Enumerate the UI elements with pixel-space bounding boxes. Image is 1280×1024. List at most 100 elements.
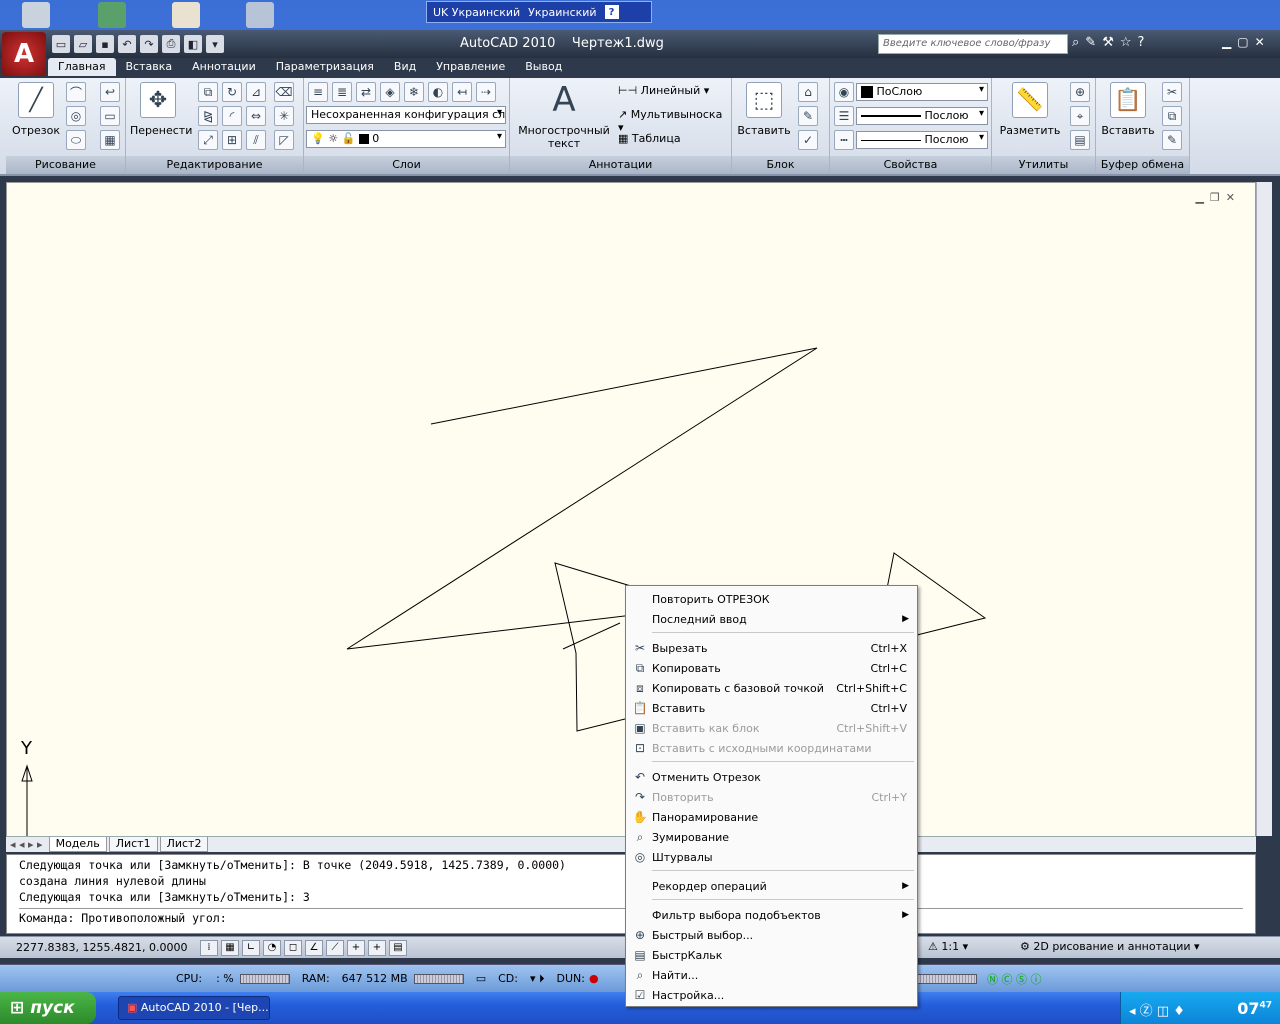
- panel-draw-label[interactable]: Рисование: [6, 156, 125, 174]
- menu-item[interactable]: Повторить ОТРЕЗОК: [628, 589, 915, 609]
- redo-qat-icon[interactable]: ↷: [140, 35, 158, 53]
- tab-manage[interactable]: Управление: [426, 58, 515, 76]
- menu-item[interactable]: ✂ Вырезать Ctrl+X: [628, 638, 915, 658]
- tab-layout1[interactable]: Лист1: [108, 837, 158, 852]
- grid-icon[interactable]: ▦: [221, 939, 239, 956]
- tab-nav-arrows[interactable]: ◂ ◂ ▸ ▸: [6, 838, 47, 851]
- open-icon[interactable]: ▱: [74, 35, 92, 53]
- taskbar-item-autocad[interactable]: ▣ AutoCAD 2010 - [Чер...: [118, 996, 270, 1020]
- snap-icon[interactable]: ⁞: [200, 939, 218, 956]
- panel-annotation-label[interactable]: Аннотации: [510, 156, 731, 174]
- erase-icon[interactable]: ⌫: [274, 82, 294, 102]
- clip-copy-icon[interactable]: ⧉: [1162, 106, 1182, 126]
- layer-walk-icon[interactable]: ⇢: [476, 82, 496, 102]
- qat-dropdown-icon[interactable]: ▾: [206, 35, 224, 53]
- rectangle-icon[interactable]: ▭: [100, 106, 120, 126]
- ducs-icon[interactable]: ⟋: [326, 939, 344, 956]
- trim-icon[interactable]: ⊿: [246, 82, 266, 102]
- array-icon[interactable]: ⊞: [222, 130, 242, 150]
- tab-home[interactable]: Главная: [48, 58, 116, 76]
- calc-ribbon-icon[interactable]: ▤: [1070, 130, 1090, 150]
- panel-properties-label[interactable]: Свойства: [830, 156, 991, 174]
- menu-item[interactable]: ✋ Панорамирование: [628, 807, 915, 827]
- id-point-icon[interactable]: ⌖: [1070, 106, 1090, 126]
- menu-item[interactable]: ⊕ Быстрый выбор...: [628, 925, 915, 945]
- panel-clipboard-label[interactable]: Буфер обмена: [1096, 156, 1189, 174]
- menu-item[interactable]: ⧉ Копировать Ctrl+C: [628, 658, 915, 678]
- language-code[interactable]: UK Украинский: [433, 6, 520, 19]
- panel-layers-label[interactable]: Слои: [304, 156, 509, 174]
- menu-item[interactable]: ◎ Штурвалы: [628, 847, 915, 867]
- desktop-app-icon[interactable]: [98, 2, 126, 28]
- stretch-icon[interactable]: ⇔: [246, 106, 266, 126]
- menu-item[interactable]: Последний ввод ▶: [628, 609, 915, 629]
- mtext-button[interactable]: A Многострочный текст: [518, 80, 610, 150]
- tab-output[interactable]: Вывод: [515, 58, 572, 76]
- layer-match-icon[interactable]: ⇄: [356, 82, 376, 102]
- clipboard-paste-button[interactable]: 📋 Вставить: [1100, 82, 1156, 137]
- layer-states-icon[interactable]: ≣: [332, 82, 352, 102]
- binoculars-icon[interactable]: ⌕: [1072, 35, 1079, 50]
- chamfer-icon[interactable]: ◸: [274, 130, 294, 150]
- line-button[interactable]: ╱ Отрезок: [8, 82, 64, 137]
- tray-icons[interactable]: ◂ Ⓩ ◫ ♦: [1129, 1000, 1185, 1019]
- help-icon[interactable]: ?: [604, 5, 619, 19]
- polyline-icon[interactable]: ⌒: [66, 82, 86, 102]
- application-menu-button[interactable]: A: [2, 32, 46, 76]
- keyboard-layout[interactable]: Украинский: [528, 6, 596, 19]
- panel-block-label[interactable]: Блок: [732, 156, 829, 174]
- clip-matchprop-icon[interactable]: ✎: [1162, 130, 1182, 150]
- explode-icon[interactable]: ✳: [274, 106, 294, 126]
- menu-item[interactable]: 📋 Вставить Ctrl+V: [628, 698, 915, 718]
- tab-layout2[interactable]: Лист2: [159, 837, 209, 852]
- scale-icon[interactable]: ⤢: [198, 130, 218, 150]
- hatch-icon[interactable]: ▦: [100, 130, 120, 150]
- color-combo[interactable]: ПоСлою: [856, 83, 988, 101]
- layer-freeze-icon[interactable]: ❄: [404, 82, 424, 102]
- move-button[interactable]: ✥ Перенести: [130, 82, 192, 137]
- multileader[interactable]: ↗ Мультивыноска ▾: [618, 108, 731, 134]
- save-icon[interactable]: ▪: [96, 35, 114, 53]
- annotation-scale[interactable]: ⚠ 1:1 ▾: [928, 940, 968, 953]
- preview-icon[interactable]: ◧: [184, 35, 202, 53]
- tab-model[interactable]: Модель: [48, 837, 107, 852]
- mirror-icon[interactable]: ⧎: [198, 106, 218, 126]
- volume-slider[interactable]: [917, 973, 978, 984]
- subscription-icon[interactable]: ✎: [1085, 35, 1096, 50]
- tab-annotate[interactable]: Аннотации: [182, 58, 266, 76]
- help-circle-icon[interactable]: ?: [1138, 35, 1145, 50]
- favorites-icon[interactable]: ☆: [1120, 35, 1132, 50]
- lineweight-combo[interactable]: Послою: [856, 131, 988, 149]
- maximize-icon[interactable]: ▢: [1237, 35, 1248, 49]
- layer-previous-icon[interactable]: ↤: [452, 82, 472, 102]
- menu-item[interactable]: ⧈ Копировать с базовой точкой Ctrl+Shift+C: [628, 678, 915, 698]
- menu-item[interactable]: ⌕ Зумирование: [628, 827, 915, 847]
- ellipse-icon[interactable]: ⬭: [66, 130, 86, 150]
- layer-state-combo[interactable]: Несохраненная конфигурация слоев: [306, 106, 506, 124]
- linetype-icon[interactable]: ┅: [834, 130, 854, 150]
- tab-view[interactable]: Вид: [384, 58, 426, 76]
- table-button[interactable]: ▦ Таблица: [618, 132, 681, 145]
- coordinates-readout[interactable]: 2277.8383, 1255.4821, 0.0000: [0, 941, 200, 954]
- qp-icon[interactable]: ▤: [389, 939, 407, 956]
- menu-item[interactable]: Рекордер операций ▶: [628, 876, 915, 896]
- minimize-icon[interactable]: ▁: [1222, 35, 1231, 49]
- quick-select-ribbon-icon[interactable]: ⊕: [1070, 82, 1090, 102]
- workspace-switcher[interactable]: ⚙ 2D рисование и аннотации ▾: [1020, 940, 1200, 953]
- cd-controls-icon[interactable]: ▾ ⏵: [530, 972, 545, 986]
- menu-item[interactable]: ▤ БыстрКальк: [628, 945, 915, 965]
- circle-icon[interactable]: ◎: [66, 106, 86, 126]
- measure-button[interactable]: 📏 Разметить: [996, 82, 1064, 137]
- dim-linear[interactable]: ⊢⊣ Линейный ▾: [618, 84, 709, 97]
- copy-tool-icon[interactable]: ⧉: [198, 82, 218, 102]
- calculator-desktop-icon[interactable]: [246, 2, 274, 28]
- block-insert-button[interactable]: ⬚ Вставить: [736, 82, 792, 137]
- calendar-icon[interactable]: [172, 2, 200, 28]
- language-bar[interactable]: UK Украинский Украинский ?: [426, 1, 652, 23]
- menu-item[interactable]: ⌕ Найти...: [628, 965, 915, 985]
- fillet-icon[interactable]: ◜: [222, 106, 242, 126]
- comm-center-icon[interactable]: ⚒: [1102, 35, 1114, 50]
- recycle-bin-icon[interactable]: [22, 2, 50, 28]
- menu-item[interactable]: Фильтр выбора подобъектов ▶: [628, 905, 915, 925]
- block-edit-icon[interactable]: ✎: [798, 106, 818, 126]
